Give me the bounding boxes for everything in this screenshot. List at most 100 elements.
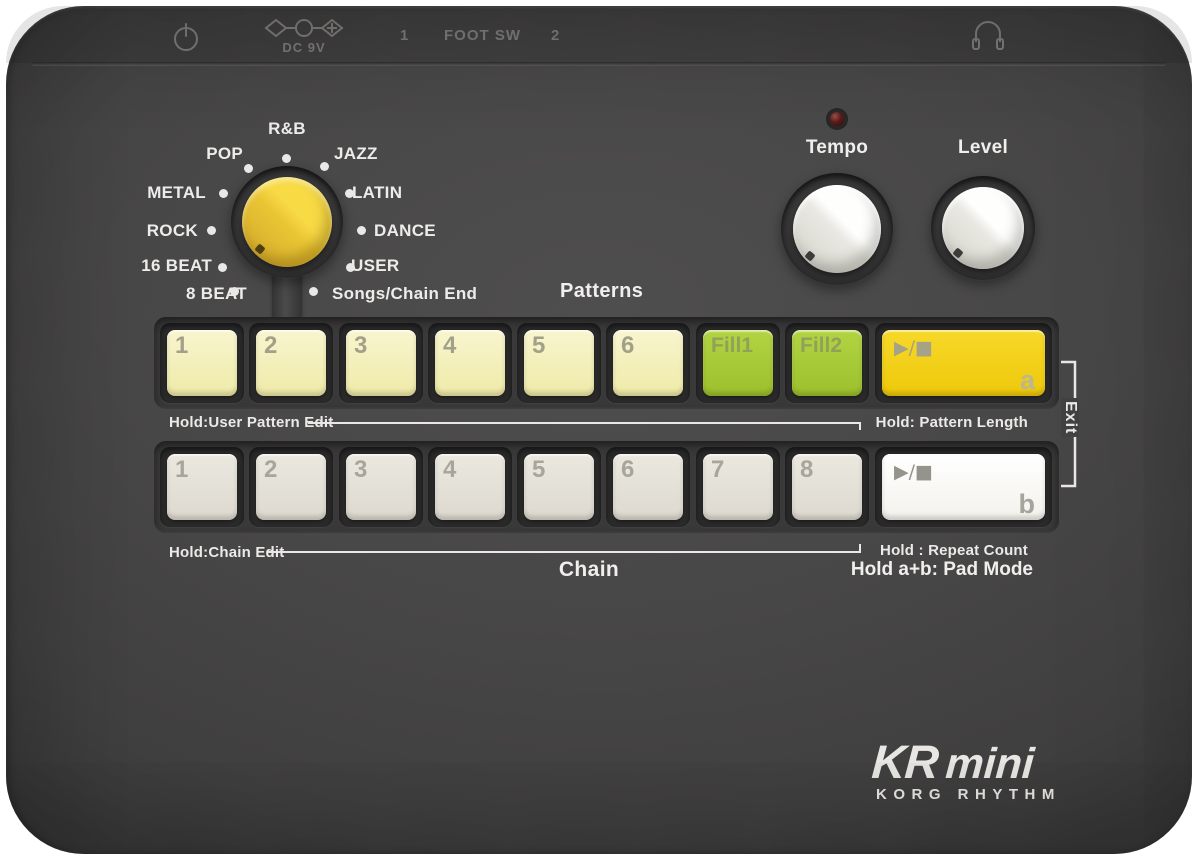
tempo-led-bezel	[826, 108, 848, 130]
pad-well: 4	[428, 447, 512, 527]
dc-polarity-icon	[262, 14, 346, 42]
pad-well: Fill1	[696, 323, 780, 403]
hint-pad-mode: Hold a+b: Pad Mode	[796, 559, 1033, 581]
pad-well: 5	[517, 447, 601, 527]
chain-section-label: Chain	[534, 558, 644, 582]
pad-number: 5	[532, 456, 545, 484]
tempo-knob[interactable]	[793, 185, 881, 273]
play-stop-b-button[interactable]: ▶/■ b	[882, 454, 1045, 520]
hint-line-a	[308, 422, 861, 424]
device-body: DC 9V 1 FOOT SW 2 8 BEAT 16 BEAT ROCK ME…	[6, 6, 1192, 854]
pad-well: 1	[160, 447, 244, 527]
pattern-pad-a2[interactable]: 2	[256, 330, 326, 396]
genre-label-metal: METAL	[106, 183, 206, 203]
hint-line-b	[268, 551, 861, 553]
genre-label-16beat: 16 BEAT	[112, 256, 212, 276]
hint-pattern-length: Hold: Pattern Length	[806, 414, 1028, 431]
pattern-pad-a3[interactable]: 3	[346, 330, 416, 396]
pattern-pad-a1[interactable]: 1	[167, 330, 237, 396]
hint-repeat-count: Hold : Repeat Count	[806, 542, 1028, 559]
chain-pad-b5[interactable]: 5	[524, 454, 594, 520]
genre-label-latin: LATIN	[352, 183, 402, 203]
chain-pad-b8[interactable]: 8	[792, 454, 862, 520]
genre-label-jazz: JAZZ	[334, 144, 378, 164]
genre-dot-16beat	[218, 263, 227, 272]
fill1-pad[interactable]: Fill1	[703, 330, 773, 396]
genre-dot-pop	[244, 164, 253, 173]
level-knob-pointer	[952, 247, 963, 258]
genre-dot-jazz	[320, 162, 329, 171]
foot-sw-jack-2-label: 2	[551, 27, 560, 44]
chain-pad-b6[interactable]: 6	[613, 454, 683, 520]
foot-sw-label: FOOT SW	[444, 27, 521, 44]
level-knob[interactable]	[942, 187, 1024, 269]
pad-number: 4	[443, 456, 456, 484]
tempo-label: Tempo	[787, 137, 887, 159]
pad-number: 4	[443, 332, 456, 360]
pad-well: ▶/■ a	[875, 323, 1052, 403]
kr-mini-logo: KRmini	[870, 734, 1036, 789]
top-panel-ridge	[32, 62, 1166, 66]
chain-row-b-strip: 1 2 3 4 5 6 7 8 ▶/■ b	[154, 441, 1059, 533]
fill2-label: Fill2	[800, 334, 842, 358]
genre-label-rnb: R&B	[247, 119, 327, 139]
genre-dot-user	[346, 263, 355, 272]
logo-mini: mini	[944, 740, 1036, 788]
pad-well: Fill2	[785, 323, 869, 403]
chain-pad-b2[interactable]: 2	[256, 454, 326, 520]
power-button-icon[interactable]	[170, 20, 202, 54]
pad-number: 7	[711, 456, 724, 484]
pad-well: 1	[160, 323, 244, 403]
genre-label-dance: DANCE	[374, 221, 436, 241]
pad-number: 1	[175, 456, 188, 484]
genre-dot-rnb	[282, 154, 291, 163]
pad-well: 8	[785, 447, 869, 527]
patterns-section-label: Patterns	[560, 280, 643, 303]
logo-kr: KR	[870, 735, 940, 788]
pad-well: 3	[339, 447, 423, 527]
pad-number: 3	[354, 332, 367, 360]
genre-dot-8beat	[230, 287, 239, 296]
pad-number: 2	[264, 332, 277, 360]
pattern-pad-a6[interactable]: 6	[613, 330, 683, 396]
genre-dot-rock	[207, 226, 216, 235]
exit-label: Exit	[1061, 398, 1079, 437]
pad-well: 7	[696, 447, 780, 527]
pattern-row-a-strip: 1 2 3 4 5 6 Fill1 Fill2 ▶/■ a	[154, 317, 1059, 409]
tempo-led	[830, 112, 844, 126]
genre-dot-songs	[309, 287, 318, 296]
tempo-knob-pointer	[804, 250, 815, 261]
play-stop-a-button[interactable]: ▶/■ a	[882, 330, 1045, 396]
pad-number: 6	[621, 456, 634, 484]
genre-label-songs-chain-end: Songs/Chain End	[332, 284, 477, 304]
pad-well: 4	[428, 323, 512, 403]
pad-well: 6	[606, 323, 690, 403]
pattern-pad-a5[interactable]: 5	[524, 330, 594, 396]
genre-knob[interactable]	[242, 177, 332, 267]
genre-label-rock: ROCK	[98, 221, 198, 241]
play-stop-icon: ▶/■	[894, 337, 933, 359]
genre-label-pop: POP	[143, 144, 243, 164]
product-photo-korg-kr-mini: DC 9V 1 FOOT SW 2 8 BEAT 16 BEAT ROCK ME…	[0, 0, 1200, 864]
pad-well: ▶/■ b	[875, 447, 1052, 527]
pad-well: 2	[249, 323, 333, 403]
genre-dot-metal	[219, 189, 228, 198]
genre-knob-pointer	[254, 243, 265, 254]
chain-pad-b3[interactable]: 3	[346, 454, 416, 520]
pad-number: 1	[175, 332, 188, 360]
pad-well: 3	[339, 323, 423, 403]
genre-label-user: USER	[351, 256, 399, 276]
pattern-pad-a4[interactable]: 4	[435, 330, 505, 396]
pad-number: 8	[800, 456, 813, 484]
pad-well: 2	[249, 447, 333, 527]
dc-9v-label: DC 9V	[262, 40, 346, 55]
chain-pad-b4[interactable]: 4	[435, 454, 505, 520]
genre-dot-latin	[345, 189, 354, 198]
pad-number: 6	[621, 332, 634, 360]
headphone-icon	[968, 16, 1008, 56]
fill2-pad[interactable]: Fill2	[792, 330, 862, 396]
foot-sw-jack-1-label: 1	[400, 27, 409, 44]
chain-pad-b7[interactable]: 7	[703, 454, 773, 520]
chain-pad-b1[interactable]: 1	[167, 454, 237, 520]
pad-well: 6	[606, 447, 690, 527]
